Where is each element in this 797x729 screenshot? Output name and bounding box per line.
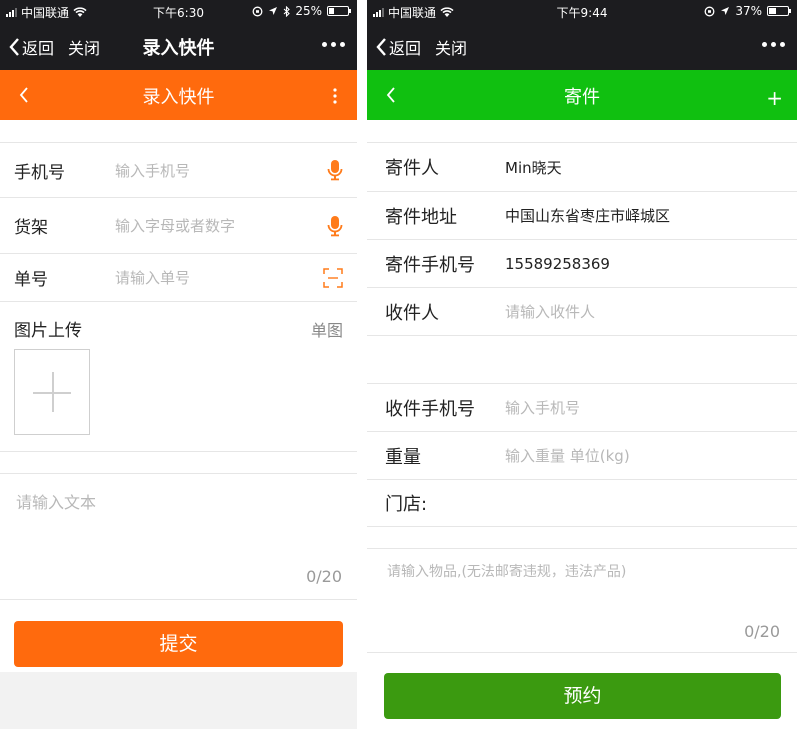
battery-level	[769, 8, 776, 14]
more-menu-icon[interactable]	[762, 42, 785, 47]
bluetooth-icon	[283, 5, 291, 17]
page-title: 录入快件	[142, 87, 215, 108]
battery-percent: 37%	[735, 4, 762, 18]
store-label: 门店:	[385, 494, 428, 515]
battery-percent: 25%	[295, 4, 322, 18]
sender-phone-field[interactable]: 寄件手机号 15589258369	[367, 240, 797, 288]
upload-mode: 单图	[310, 321, 343, 340]
reserve-button[interactable]: 预约	[384, 673, 781, 719]
text-input[interactable]: 请输入文本	[16, 489, 96, 513]
battery-level	[329, 8, 334, 14]
phone-field[interactable]: 手机号 输入手机号	[0, 143, 357, 198]
page-title: 寄件	[564, 87, 600, 108]
tracking-number-label: 单号	[14, 270, 48, 290]
orientation-lock-icon	[252, 6, 263, 16]
close-button[interactable]: 关闭	[435, 35, 467, 59]
tracking-number-input[interactable]: 请输入单号	[115, 267, 190, 288]
sender-address-value[interactable]: 中国山东省枣庄市峄城区	[505, 205, 670, 226]
image-upload-label: 图片上传	[14, 321, 82, 341]
shelf-label: 货架	[14, 218, 48, 238]
kebab-menu-icon[interactable]	[333, 88, 337, 104]
add-image-button[interactable]	[14, 349, 90, 435]
page-header: 寄件 +	[367, 70, 797, 120]
goods-text-area[interactable]: 请输入物品,(无法邮寄违规，违法产品)	[367, 549, 797, 653]
receiver-phone-field[interactable]: 收件手机号 输入手机号	[367, 384, 797, 432]
sender-address-field[interactable]: 寄件地址 中国山东省枣庄市峄城区	[367, 192, 797, 240]
weight-label: 重量	[385, 446, 421, 468]
microphone-icon[interactable]	[327, 159, 343, 181]
char-counter: 0/20	[744, 622, 780, 641]
phone-label: 手机号	[14, 162, 65, 183]
wechat-nav-bar: 返回 关闭 录入快件	[0, 22, 357, 70]
store-field[interactable]: 门店:	[367, 480, 797, 527]
char-counter: 0/20	[306, 567, 342, 586]
receiver-field[interactable]: 收件人 请输入收件人	[367, 288, 797, 336]
status-bar: 中国联通 下午9:44 37%	[367, 0, 797, 22]
weight-input[interactable]: 输入重量 单位(kg)	[505, 445, 630, 466]
shelf-input[interactable]: 输入字母或者数字	[115, 215, 235, 236]
location-icon	[721, 7, 730, 15]
sender-phone-value[interactable]: 15589258369	[505, 255, 610, 273]
wechat-nav-bar: 返回 关闭	[367, 22, 797, 70]
receiver-label: 收件人	[385, 302, 439, 324]
sender-value[interactable]: Min晓天	[505, 157, 562, 178]
battery-icon	[327, 6, 351, 16]
scan-icon[interactable]	[323, 267, 343, 288]
tracking-number-field[interactable]: 单号 请输入单号	[0, 254, 357, 302]
phone-input[interactable]: 输入手机号	[115, 160, 190, 181]
nav-title: 录入快件	[142, 38, 215, 59]
text-area-field[interactable]: 请输入文本	[0, 474, 357, 600]
receiver-phone-input[interactable]: 输入手机号	[505, 397, 580, 418]
microphone-icon[interactable]	[327, 215, 343, 237]
location-icon	[269, 7, 278, 15]
weight-field[interactable]: 重量 输入重量 单位(kg)	[367, 432, 797, 480]
status-bar: 中国联通 下午6:30 25%	[0, 0, 357, 22]
sender-address-label: 寄件地址	[385, 206, 457, 228]
back-button[interactable]: 返回	[389, 35, 421, 59]
shelf-field[interactable]: 货架 输入字母或者数字	[0, 198, 357, 254]
left-phone-screen: 中国联通 下午6:30 25% 返回 关闭 录入快件 录入快件 手机号 输入手机…	[0, 0, 357, 729]
sender-field[interactable]: 寄件人 Min晓天	[367, 143, 797, 192]
submit-button[interactable]: 提交	[14, 621, 343, 667]
sender-phone-label: 寄件手机号	[385, 254, 475, 276]
more-menu-icon[interactable]	[322, 42, 345, 47]
add-button[interactable]: +	[766, 86, 783, 110]
orientation-lock-icon	[704, 6, 715, 16]
page-header: 录入快件	[0, 70, 357, 120]
right-phone-screen: 中国联通 下午9:44 37% 返回 关闭 寄件 + 寄件人 Min晓天 寄件地…	[367, 0, 797, 729]
goods-input[interactable]: 请输入物品,(无法邮寄违规，违法产品)	[387, 561, 626, 581]
receiver-input[interactable]: 请输入收件人	[505, 301, 595, 322]
blank-row	[367, 336, 797, 384]
receiver-phone-label: 收件手机号	[385, 398, 475, 420]
battery-icon	[767, 6, 791, 16]
chevron-left-icon[interactable]	[375, 37, 387, 57]
sender-label: 寄件人	[385, 158, 439, 179]
